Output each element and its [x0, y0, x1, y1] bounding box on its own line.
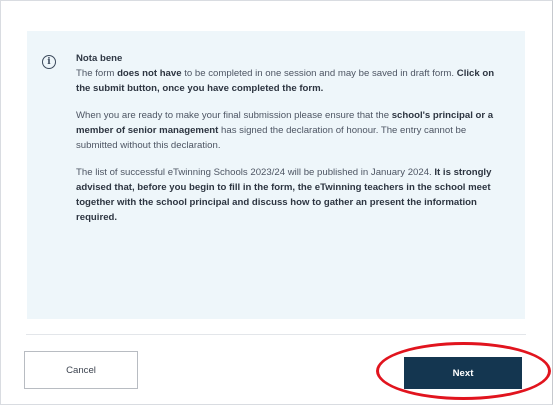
- cancel-button[interactable]: Cancel: [24, 351, 138, 389]
- form-panel: i Nota bene The form does not have to be…: [0, 0, 553, 405]
- info-icon: i: [42, 55, 56, 69]
- nota-bene-notice: i Nota bene The form does not have to be…: [27, 31, 525, 319]
- notice-paragraph-draft: The form does not have to be completed i…: [76, 68, 495, 94]
- next-button[interactable]: Next: [404, 357, 522, 389]
- notice-paragraph-publication: The list of successful eTwinning Schools…: [76, 167, 492, 223]
- notice-body: Nota bene The form does not have to be c…: [76, 51, 508, 237]
- notice-title: Nota bene: [76, 53, 123, 64]
- notice-paragraph-declaration: When you are ready to make your final su…: [76, 110, 494, 151]
- footer-divider: [26, 334, 526, 335]
